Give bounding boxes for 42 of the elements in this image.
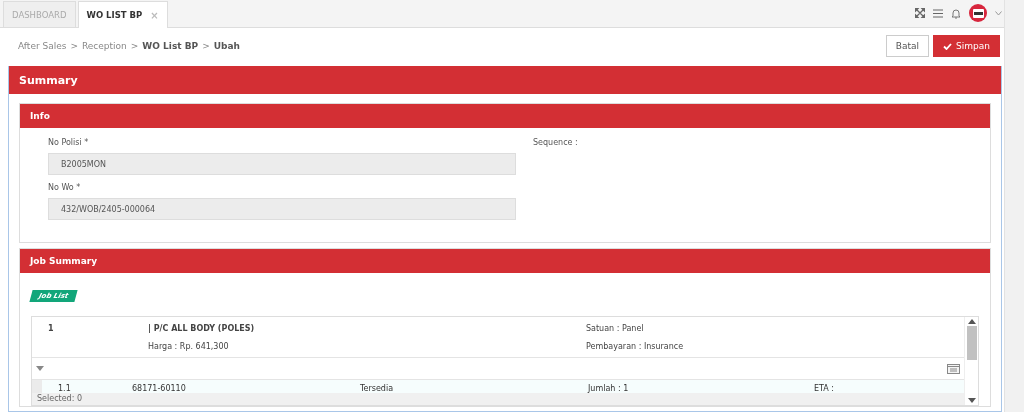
table-cell-text: 68171-60110: [132, 384, 187, 393]
grid-footer: Selected: 0: [32, 393, 964, 405]
panel-header: Summary: [9, 66, 1001, 94]
row-handle[interactable]: [32, 380, 42, 393]
scrollbar-thumb[interactable]: [966, 326, 977, 360]
cancel-button[interactable]: Batal: [885, 35, 930, 57]
table-cell-text: Satuan : Panel: [586, 324, 645, 333]
scroll-up-icon[interactable]: [967, 319, 976, 324]
panel-header: Info: [20, 104, 990, 128]
scroll-down-icon[interactable]: [967, 398, 976, 403]
page-scrollbar[interactable]: [1004, 0, 1024, 412]
table-cell-text: 1.1: [57, 384, 72, 393]
breadcrumb-item[interactable]: After Sales: [18, 41, 67, 51]
breadcrumb-separator: >: [130, 41, 139, 51]
breadcrumb-separator: >: [70, 41, 78, 51]
table-cell-text: Jumlah : 1: [588, 384, 630, 393]
input-field[interactable]: B2005MON: [48, 153, 516, 175]
avatar[interactable]: [969, 4, 987, 22]
panel-header: Job Summary: [20, 249, 990, 273]
breadcrumb-item[interactable]: Reception: [82, 41, 127, 51]
table-cell-text: Pembayaran : Insurance: [586, 342, 685, 351]
chevron-down-icon[interactable]: [995, 10, 1002, 16]
caret-icon[interactable]: [36, 366, 44, 371]
bell-icon[interactable]: [951, 7, 961, 19]
table-cell-text: | P/C ALL BODY (POLES): [148, 324, 256, 333]
tab[interactable]: WO LIST BP ×: [77, 1, 168, 28]
field-label: Sequence :: [533, 138, 579, 147]
table-cell-text: 1: [48, 324, 55, 333]
table-cell-text: Harga : Rp. 641,300: [148, 342, 230, 351]
grid-menu-icon[interactable]: [947, 363, 960, 374]
breadcrumb-item: Ubah: [213, 41, 240, 51]
breadcrumb-separator: >: [202, 41, 210, 51]
fullscreen-icon[interactable]: [915, 8, 925, 18]
table-cell-text: ETA :: [814, 384, 836, 393]
breadcrumb-item: WO List BP: [142, 41, 199, 51]
save-button[interactable]: Simpan: [933, 35, 1000, 57]
input-field[interactable]: 432/WOB/2405-000064: [48, 198, 516, 220]
field-label: No Wo *: [48, 183, 82, 192]
field-label: No Polisi *: [48, 138, 90, 147]
menu-icon[interactable]: [933, 8, 943, 18]
table-cell-text: Tersedia: [360, 384, 395, 393]
check-icon: [943, 42, 953, 50]
